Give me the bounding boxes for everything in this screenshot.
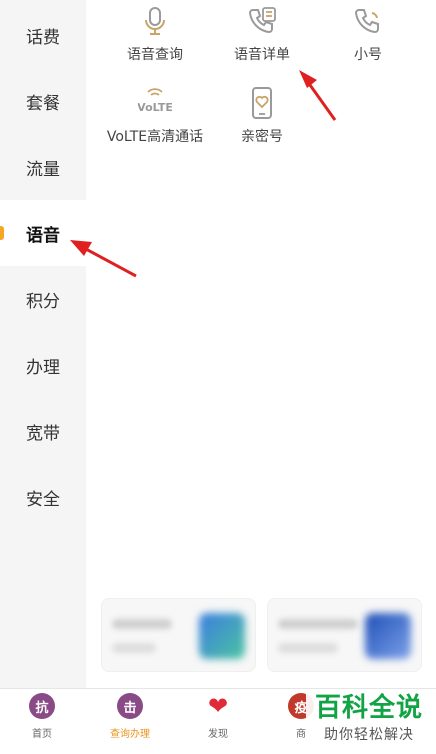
sidebar-item-broadband[interactable]: 宽带 [0,398,86,464]
tab-label: 发现 [208,729,228,740]
query-icon: 击 [117,693,143,719]
tab-home[interactable]: 抗 首页 [7,693,77,740]
volte-icon-text: VoLTE [138,101,172,114]
feature-voice-query[interactable]: 语音查询 [95,4,215,64]
sidebar-item-label: 宽带 [26,423,60,444]
tab-icon-glyph: ❤ [207,692,229,720]
tab-query[interactable]: 击 查询办理 [95,693,165,740]
promo-card-right[interactable] [267,598,422,672]
tab-label: 商 [296,729,306,740]
promo-title-blur [278,619,358,629]
microphone-icon [138,4,172,38]
sidebar-item-label: 流量 [26,159,60,180]
feature-intimate-number[interactable]: 亲密号 [202,86,322,146]
sidebar-item-plans[interactable]: 套餐 [0,68,86,134]
feature-label: 亲密号 [241,129,283,145]
tab-label: 首页 [32,729,52,740]
feature-label: VoLTE高清通话 [106,129,204,145]
feature-label: 语音查询 [127,47,183,63]
sidebar-item-label: 积分 [26,291,60,312]
category-sidebar: 话费 套餐 流量 语音 积分 办理 宽带 安全 [0,0,86,688]
sidebar-item-label: 话费 [26,27,60,48]
tab-icon-glyph: 击 [123,700,137,716]
heart-icon: ❤ [205,692,231,720]
heart-phone-icon [245,86,279,120]
sidebar-item-label: 语音 [26,225,60,246]
promo-title-blur [112,619,172,629]
feature-voice-detail[interactable]: 语音详单 [202,4,322,64]
watermark: 百科全说 助你轻松解决 [306,692,432,752]
watermark-title: 百科全说 [314,693,423,723]
promo-subtitle-blur [112,643,156,653]
sidebar-item-points[interactable]: 积分 [0,266,86,332]
promo-image [365,613,411,659]
sidebar-item-voice[interactable]: 语音 [0,200,86,266]
sidebar-item-label: 套餐 [26,93,60,114]
volte-icon: VoLTE [138,86,172,120]
sidebar-item-security[interactable]: 安全 [0,464,86,530]
promo-card-left[interactable] [101,598,256,672]
feature-sub-number[interactable]: 小号 [308,4,428,64]
sidebar-item-charges[interactable]: 话费 [0,2,86,68]
sidebar-item-label: 办理 [26,357,60,378]
tab-icon-glyph: 抗 [35,700,49,716]
feature-label: 语音详单 [234,47,290,63]
watermark-subtitle: 助你轻松解决 [324,727,414,743]
feature-volte[interactable]: VoLTE VoLTE高清通话 [95,86,215,146]
tab-label: 查询办理 [110,729,150,740]
home-icon: 抗 [29,693,55,719]
sidebar-item-data[interactable]: 流量 [0,134,86,200]
phone-icon [351,4,385,38]
promo-subtitle-blur [278,643,338,653]
feature-label: 小号 [354,47,382,63]
tab-discover[interactable]: ❤ 发现 [183,692,253,740]
phone-list-icon [245,4,279,38]
promo-image [199,613,245,659]
sidebar-item-handle[interactable]: 办理 [0,332,86,398]
active-indicator [0,226,4,240]
sidebar-item-label: 安全 [26,489,60,510]
